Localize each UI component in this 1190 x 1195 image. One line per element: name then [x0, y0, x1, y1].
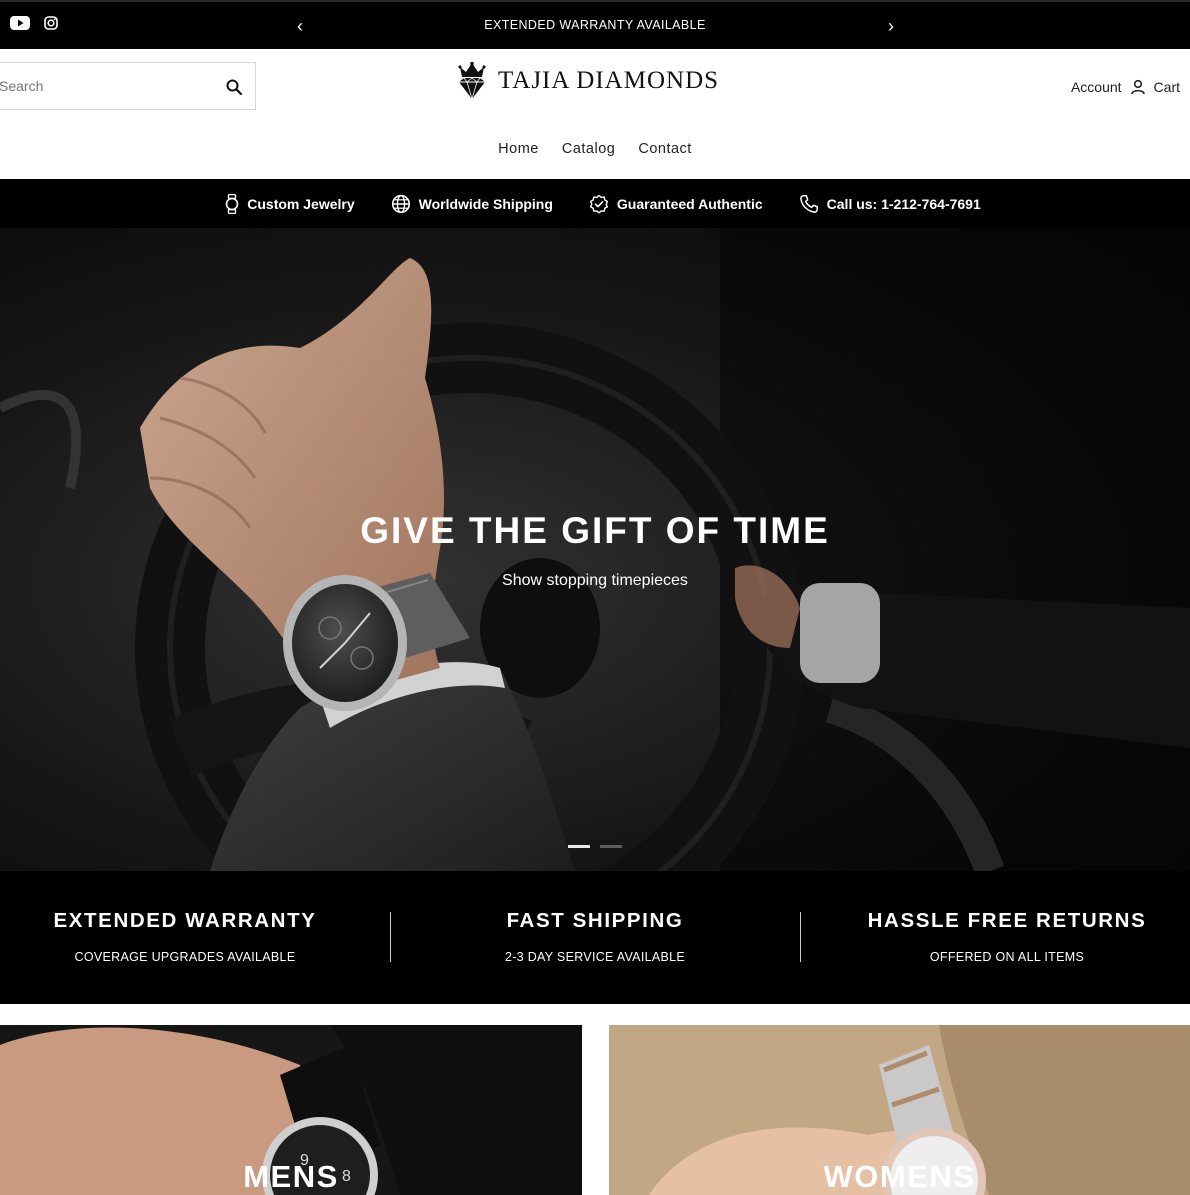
slide-dot-1[interactable] — [568, 845, 590, 848]
account-cart: Account Cart — [1071, 79, 1180, 95]
search-icon[interactable] — [225, 78, 243, 96]
hero-slideshow: GIVE THE GIFT OF TIME Show stopping time… — [0, 228, 1190, 871]
youtube-icon[interactable] — [10, 16, 30, 30]
cart-link[interactable]: Cart — [1154, 79, 1180, 95]
collection-label: MENS — [243, 1159, 339, 1194]
benefit-subtitle: 2-3 DAY SERVICE AVAILABLE — [504, 950, 686, 964]
feature-call-us[interactable]: Call us: 1-212-764-7691 — [799, 194, 981, 214]
slideshow-dots — [568, 845, 622, 848]
feature-label: Custom Jewelry — [247, 195, 355, 212]
nav-item-home[interactable]: Home — [498, 141, 539, 157]
slide-dot-2[interactable] — [600, 845, 622, 848]
divider — [390, 912, 391, 962]
feature-custom-jewelry: Custom Jewelry — [225, 193, 355, 214]
benefit-title: FAST SHIPPING — [506, 909, 684, 932]
benefit-extended-warranty: EXTENDED WARRANTY COVERAGE UPGRADES AVAI… — [0, 909, 370, 964]
collection-tiles: 9 8 MENS WOMENS — [0, 1004, 1190, 1195]
watch-icon — [225, 193, 239, 214]
collection-tile-mens[interactable]: 9 8 MENS — [0, 1025, 582, 1195]
social-links — [10, 16, 58, 30]
announcement-prev-button[interactable]: ‹ — [290, 15, 310, 37]
nav-item-contact[interactable]: Contact — [638, 141, 691, 157]
benefit-subtitle: OFFERED ON ALL ITEMS — [929, 950, 1085, 964]
search-box — [0, 62, 256, 110]
announcement-message: EXTENDED WARRANTY AVAILABLE — [484, 18, 706, 32]
features-bar: Custom Jewelry Worldwide Shipping Guaran… — [0, 179, 1190, 228]
feature-label: Call us: 1-212-764-7691 — [826, 195, 981, 212]
hero-subtitle: Show stopping timepieces — [502, 572, 688, 589]
account-link[interactable]: Account — [1071, 79, 1122, 95]
benefit-fast-shipping: FAST SHIPPING 2-3 DAY SERVICE AVAILABLE — [410, 909, 780, 964]
benefit-title: EXTENDED WARRANTY — [53, 909, 317, 932]
site-logo[interactable]: TAJIA DIAMONDS — [456, 61, 719, 101]
announcement-next-button[interactable]: › — [881, 15, 901, 37]
benefit-title: HASSLE FREE RETURNS — [867, 909, 1147, 932]
feature-label: Guaranteed Authentic — [616, 195, 763, 212]
main-nav: Home Catalog Contact — [0, 141, 1190, 157]
benefits-bar: EXTENDED WARRANTY COVERAGE UPGRADES AVAI… — [0, 871, 1190, 1004]
user-icon[interactable] — [1130, 79, 1146, 95]
diamond-crown-logo-icon — [458, 61, 486, 101]
feature-worldwide-shipping: Worldwide Shipping — [391, 194, 553, 214]
instagram-icon[interactable] — [44, 16, 58, 30]
nav-item-catalog[interactable]: Catalog — [562, 141, 615, 157]
verified-badge-icon — [589, 194, 609, 213]
benefit-subtitle: COVERAGE UPGRADES AVAILABLE — [74, 950, 296, 964]
divider — [800, 912, 801, 962]
feature-guaranteed-authentic: Guaranteed Authentic — [589, 194, 763, 214]
phone-icon — [799, 194, 818, 213]
globe-icon — [391, 194, 410, 213]
hero-title: GIVE THE GIFT OF TIME — [360, 510, 830, 551]
collection-tile-womens[interactable]: WOMENS — [609, 1025, 1190, 1195]
feature-label: Worldwide Shipping — [418, 195, 553, 212]
announcement-bar: ‹ EXTENDED WARRANTY AVAILABLE › — [0, 0, 1190, 49]
site-header: TAJIA DIAMONDS Account Cart Home Catalog… — [0, 49, 1190, 179]
collection-label: WOMENS — [823, 1159, 976, 1194]
benefit-hassle-free-returns: HASSLE FREE RETURNS OFFERED ON ALL ITEMS — [822, 909, 1190, 964]
search-input[interactable] — [0, 63, 211, 109]
logo-text: TAJIA DIAMONDS — [498, 67, 720, 94]
